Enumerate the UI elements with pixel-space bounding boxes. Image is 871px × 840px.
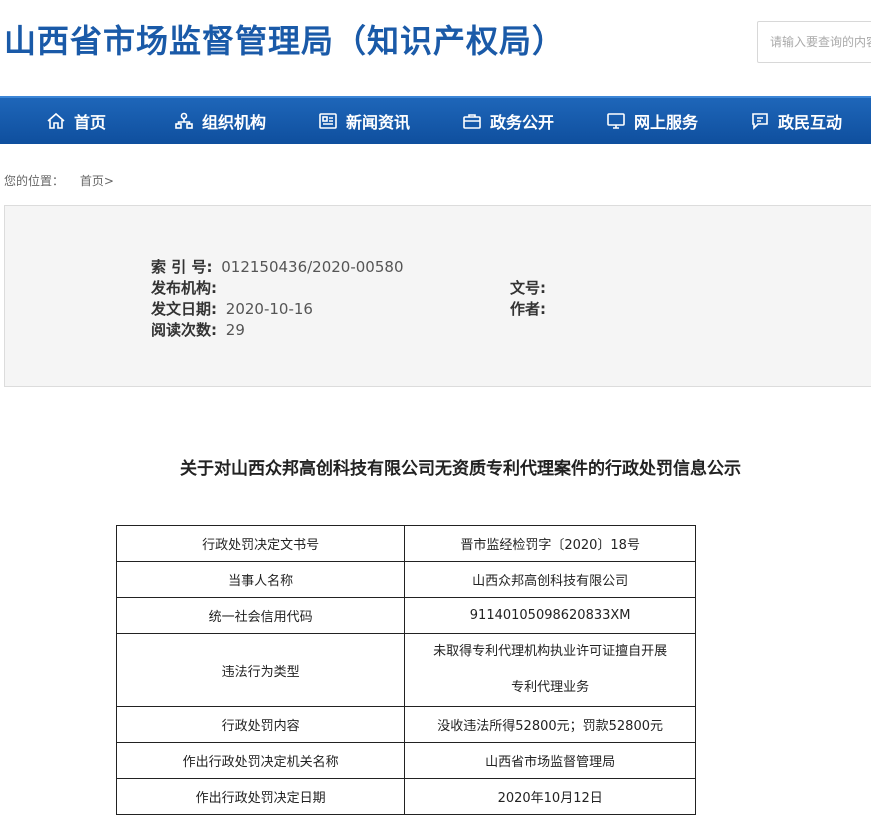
breadcrumb-separator: > <box>103 174 114 188</box>
nav-home-label: 首页 <box>74 113 107 132</box>
table-row: 统一社会信用代码 91140105098620833XM <box>115 597 696 634</box>
nav-news-label: 新闻资讯 <box>346 113 411 132</box>
chat-icon <box>752 113 768 130</box>
nav-online-services-label: 网上服务 <box>634 113 699 132</box>
table-row: 作出行政处罚决定机关名称 山西省市场监督管理局 <box>115 742 696 779</box>
table-row: 行政处罚决定文书号 晋市监经检罚字〔2020〕18号 <box>115 525 696 562</box>
meta-doc-no-label: 文号: <box>510 279 546 297</box>
table-cell-label: 统一社会信用代码 <box>115 597 406 634</box>
meta-publisher-label: 发布机构: <box>151 279 217 297</box>
table-cell-label: 作出行政处罚决定日期 <box>115 778 406 815</box>
table-cell-value: 91140105098620833XM <box>404 597 696 634</box>
nav-government-affairs[interactable]: 政务公开 <box>462 98 554 144</box>
meta-index: 索 引 号: 012150436/2020-00580 <box>151 256 403 277</box>
document-meta-panel: 索 引 号: 012150436/2020-00580 发布机构: 文号: 发文… <box>4 205 871 387</box>
org-chart-icon <box>175 112 193 129</box>
table-row: 当事人名称 山西众邦高创科技有限公司 <box>115 561 696 598</box>
penalty-info-table: 行政处罚决定文书号 晋市监经检罚字〔2020〕18号 当事人名称 山西众邦高创科… <box>115 525 696 815</box>
table-row: 违法行为类型 未取得专利代理机构执业许可证擅自开展 专利代理业务 <box>115 633 696 707</box>
table-cell-label: 违法行为类型 <box>115 633 406 707</box>
table-cell-label: 行政处罚决定文书号 <box>115 525 406 562</box>
meta-publisher: 发布机构: <box>151 277 221 298</box>
meta-reads-label: 阅读次数: <box>151 321 217 339</box>
site-title: 山西省市场监督管理局（知识产权局） <box>4 22 566 60</box>
breadcrumb: 您的位置： 首页> <box>4 172 114 189</box>
table-cell-value-line: 未取得专利代理机构执业许可证擅自开展 <box>433 644 668 659</box>
meta-doc-no: 文号: <box>510 277 550 298</box>
nav-public-interaction-label: 政民互动 <box>778 113 843 132</box>
meta-index-value: 012150436/2020-00580 <box>221 258 404 276</box>
meta-author: 作者: <box>510 298 550 319</box>
table-cell-value: 没收违法所得52800元；罚款52800元 <box>404 706 696 743</box>
nav-home[interactable]: 首页 <box>46 98 106 144</box>
meta-date-value: 2020-10-16 <box>225 300 313 318</box>
nav-online-services[interactable]: 网上服务 <box>606 98 698 144</box>
nav-organization[interactable]: 组织机构 <box>174 98 266 144</box>
breadcrumb-home-link[interactable]: 首页 <box>80 174 104 188</box>
table-cell-value: 山西众邦高创科技有限公司 <box>404 561 696 598</box>
table-row: 作出行政处罚决定日期 2020年10月12日 <box>115 778 696 815</box>
article-title: 关于对山西众邦高创科技有限公司无资质专利代理案件的行政处罚信息公示 <box>180 459 741 479</box>
monitor-icon <box>607 113 625 129</box>
table-cell-value: 未取得专利代理机构执业许可证擅自开展 专利代理业务 <box>404 633 696 707</box>
meta-author-label: 作者: <box>510 300 546 318</box>
search-input[interactable] <box>757 21 871 63</box>
meta-date-label: 发文日期: <box>151 300 217 318</box>
breadcrumb-prefix: 您的位置： <box>4 174 65 188</box>
meta-index-label: 索 引 号: <box>151 258 213 276</box>
site-header: 山西省市场监督管理局（知识产权局） <box>0 0 871 96</box>
table-cell-label: 当事人名称 <box>115 561 406 598</box>
nav-public-interaction[interactable]: 政民互动 <box>750 98 842 144</box>
meta-reads-value: 29 <box>225 321 245 339</box>
briefcase-icon <box>463 114 481 129</box>
news-icon <box>319 113 337 129</box>
table-cell-value-line: 专利代理业务 <box>511 680 590 695</box>
table-row: 行政处罚内容 没收违法所得52800元；罚款52800元 <box>115 706 696 743</box>
main-nav: 首页 组织机构 新闻资讯 政务公开 网上服务 政民互动 <box>0 96 871 144</box>
nav-organization-label: 组织机构 <box>202 113 267 132</box>
table-cell-value: 山西省市场监督管理局 <box>404 742 696 779</box>
meta-reads: 阅读次数: 29 <box>151 319 245 340</box>
nav-news[interactable]: 新闻资讯 <box>318 98 410 144</box>
table-cell-value: 2020年10月12日 <box>404 778 696 815</box>
home-icon <box>47 112 65 129</box>
table-cell-label: 作出行政处罚决定机关名称 <box>115 742 406 779</box>
table-cell-label: 行政处罚内容 <box>115 706 406 743</box>
meta-date: 发文日期: 2020-10-16 <box>151 298 313 319</box>
nav-government-affairs-label: 政务公开 <box>490 113 555 132</box>
table-cell-value: 晋市监经检罚字〔2020〕18号 <box>404 525 696 562</box>
